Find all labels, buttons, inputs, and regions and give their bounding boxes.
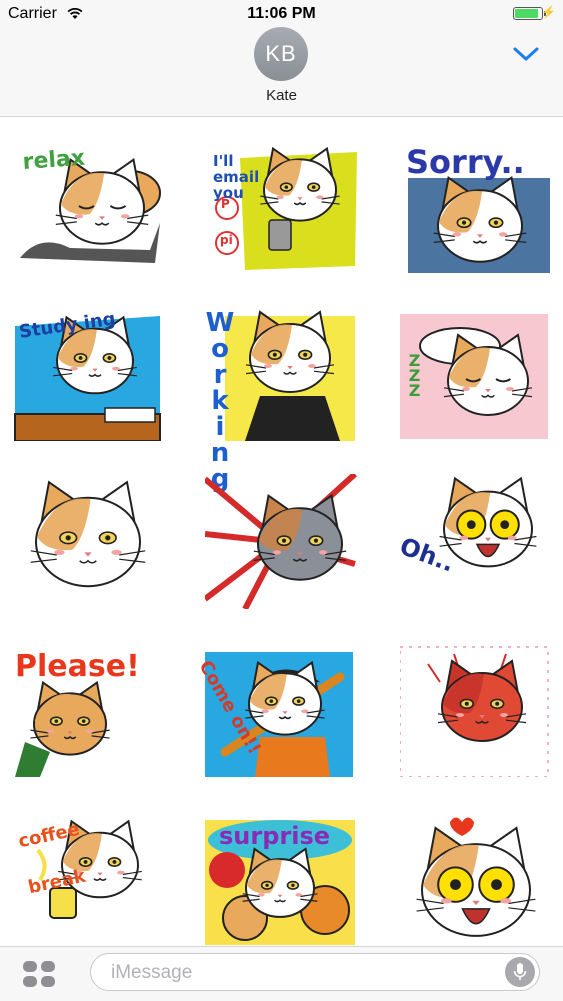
avatar-initials: KB (265, 41, 297, 66)
battery-icon (513, 7, 546, 20)
cat-big-eyes-art (416, 817, 536, 937)
sticker-caption: I'll email you (213, 152, 260, 202)
compose-bar (0, 946, 563, 1001)
sticker-caption: Sorry.. (406, 143, 525, 181)
sticker-caption: Working (205, 308, 235, 490)
sticker-caption: ZZZ (405, 351, 424, 396)
cat-studying-sticker[interactable]: Study ing (10, 306, 162, 441)
message-input[interactable] (109, 961, 493, 985)
cat-sleeping-sticker[interactable]: relax (10, 138, 162, 273)
cat-zzz-sticker[interactable]: ZZZ (400, 306, 552, 441)
clock: 11:06 PM (247, 5, 316, 22)
sticker-caption: Please! (15, 649, 140, 684)
sticker-caption: surprise (219, 822, 331, 850)
chevron-down-icon[interactable] (513, 46, 539, 62)
microphone-icon[interactable] (505, 957, 535, 987)
cat-crying-art (30, 480, 146, 588)
cat-coffee-sticker[interactable]: coffee break (10, 810, 162, 945)
cat-please-sticker[interactable]: Please! (10, 642, 162, 777)
charging-icon: ⚡ (541, 5, 556, 19)
avatar[interactable]: KB (254, 27, 308, 81)
cat-big-eyes-sticker[interactable] (400, 810, 552, 945)
cat-phone-sticker[interactable]: I'll email you Ppi (205, 138, 357, 273)
cat-sorry-sticker[interactable]: Sorry.. (400, 138, 552, 273)
cat-oh-sticker[interactable]: Oh.. (396, 474, 552, 609)
cat-shocked-sticker[interactable] (205, 474, 357, 609)
cat-working-sticker[interactable]: Working (205, 306, 357, 490)
sticker-caption: relax (21, 145, 86, 175)
cat-angry-hearts-art (400, 646, 549, 777)
conversation-header: Carrier 11:06 PM ⚡ KB Kate (0, 0, 563, 117)
sticker-bubble-text: P (221, 197, 230, 211)
app-drawer-icon[interactable] (22, 960, 56, 988)
cat-angry-hearts-sticker[interactable] (400, 642, 552, 777)
cat-crying-sticker[interactable] (10, 474, 162, 609)
cat-baseball-sticker[interactable]: Come on!! (195, 642, 357, 777)
status-bar: Carrier 11:06 PM ⚡ (0, 0, 563, 28)
cat-surprise-sticker[interactable]: surprise (205, 810, 357, 945)
cat-shocked-art (205, 474, 357, 609)
message-field[interactable] (90, 953, 540, 991)
sticker-bubble-text: pi (220, 233, 233, 247)
contact-name[interactable]: Kate (0, 87, 563, 104)
sticker-grid: relax I'll email you Ppi Sorry.. Study ing Wo… (0, 128, 563, 948)
